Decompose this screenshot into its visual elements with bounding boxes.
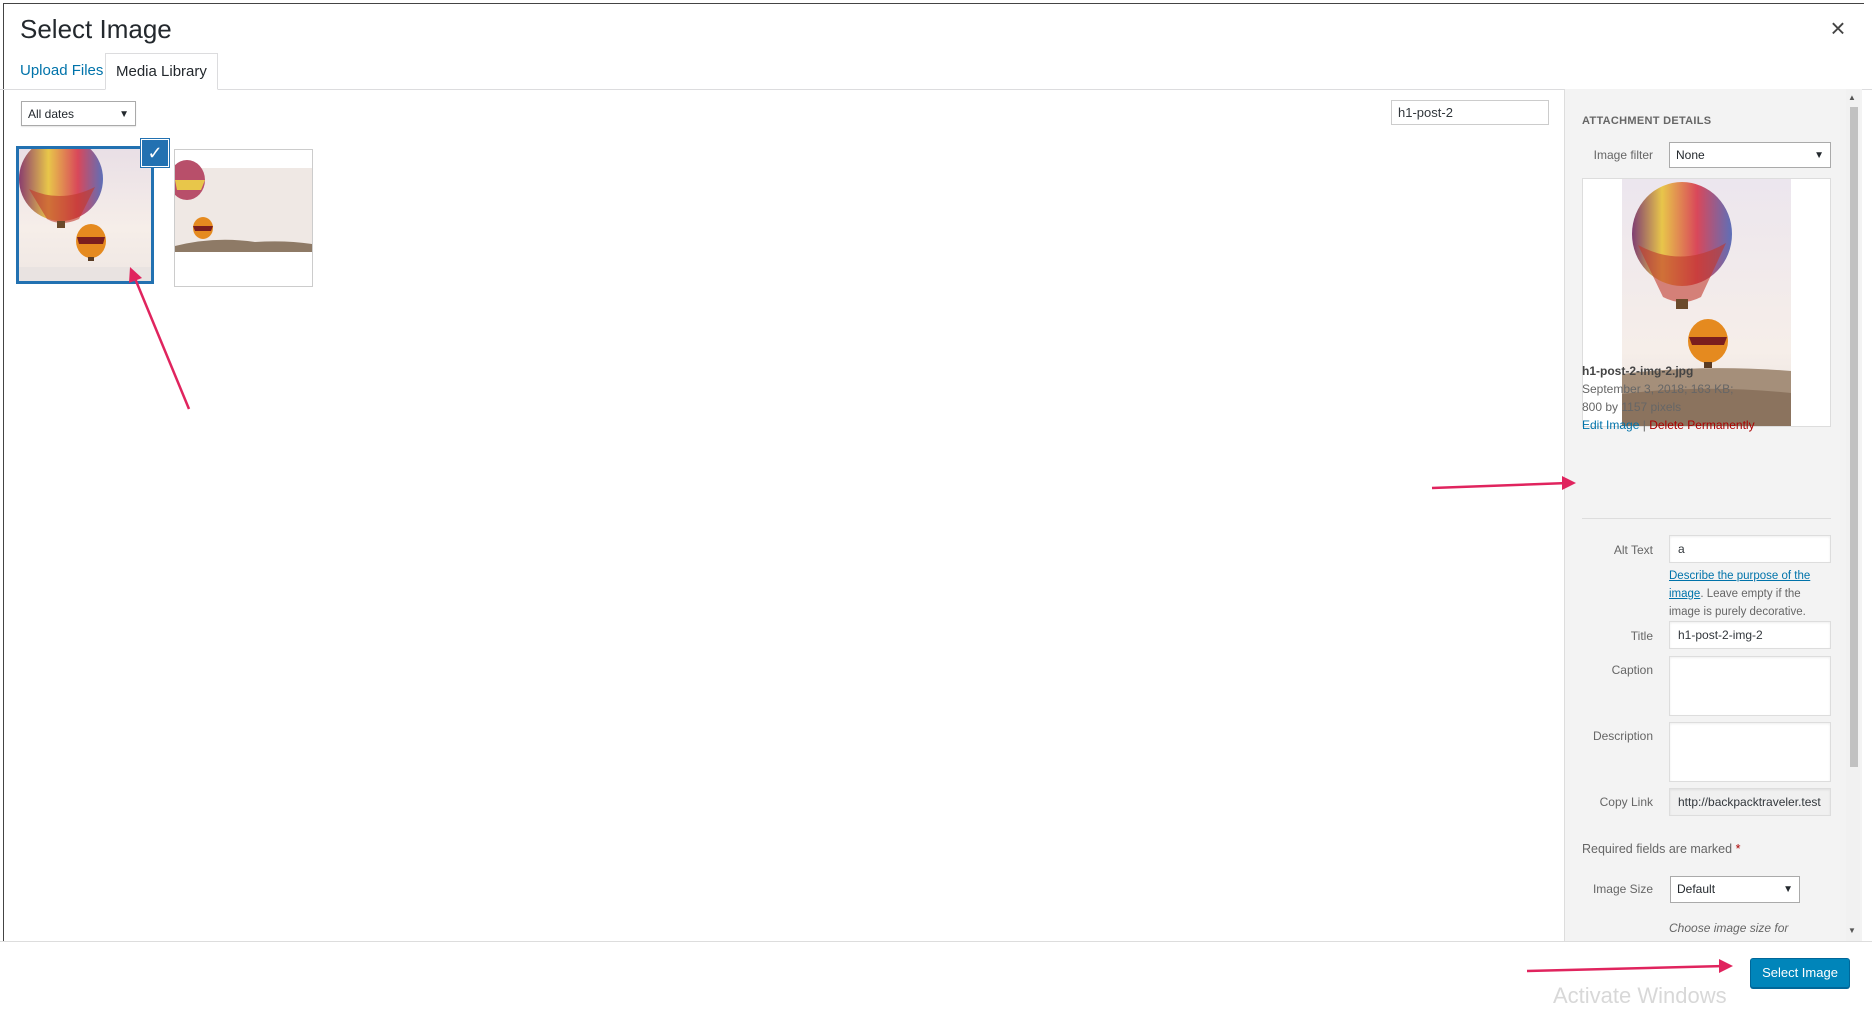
alt-text-help: Describe the purpose of the image. Leave… [1669, 567, 1829, 621]
image-filter-label: Image filter [1593, 148, 1653, 162]
close-icon[interactable]: × [1826, 15, 1850, 41]
attachment-filename: h1-post-2-img-2.jpg [1582, 364, 1694, 378]
balloon-landscape-image [175, 150, 312, 286]
attachment-details-panel: ATTACHMENT DETAILS Image filter None ▼ h… [1564, 89, 1862, 941]
description-label: Description [1592, 729, 1653, 743]
scroll-up-icon[interactable]: ▲ [1848, 93, 1856, 102]
delete-permanently-link[interactable]: Delete Permanently [1649, 418, 1754, 432]
select-image-button[interactable]: Select Image [1750, 958, 1850, 988]
attachment-dimensions: 800 by 1157 pixels [1582, 400, 1682, 414]
edit-image-link[interactable]: Edit Image [1582, 418, 1639, 432]
image-filter-value: None [1676, 148, 1705, 162]
date-filter-value: All dates [28, 107, 75, 121]
scrollbar-thumb[interactable] [1850, 107, 1858, 767]
date-filter-select[interactable]: All dates ▼ [21, 101, 136, 126]
required-fields-text: Required fields are marked [1582, 842, 1733, 856]
image-size-label: Image Size [1592, 882, 1653, 896]
checkmark-icon[interactable]: ✓ [141, 139, 169, 167]
chevron-down-icon: ▼ [1783, 884, 1793, 895]
modal-title: Select Image [20, 14, 172, 44]
attachment-details-heading: ATTACHMENT DETAILS [1582, 115, 1712, 127]
tab-media-library[interactable]: Media Library [105, 53, 218, 90]
chevron-down-icon: ▼ [119, 109, 129, 120]
title-field[interactable]: h1-post-2-img-2 [1669, 621, 1831, 649]
attachment-date-size: September 3, 2018; 163 KB; [1582, 382, 1734, 396]
media-thumbnail-selected[interactable] [16, 146, 154, 284]
description-textarea[interactable] [1669, 722, 1831, 782]
required-star: * [1735, 842, 1741, 856]
caption-textarea[interactable] [1669, 656, 1831, 716]
alt-text-label: Alt Text [1613, 543, 1653, 557]
image-size-select[interactable]: Default ▼ [1670, 876, 1800, 903]
balloon-thumbnail-image [19, 149, 151, 281]
scroll-down-icon[interactable]: ▼ [1848, 926, 1856, 935]
title-label: Title [1630, 629, 1653, 643]
tab-upload-files[interactable]: Upload Files [10, 53, 113, 89]
copy-link-label: Copy Link [1599, 795, 1653, 809]
caption-label: Caption [1611, 663, 1653, 677]
image-size-value: Default [1677, 882, 1716, 896]
copy-link-field[interactable]: http://backpacktraveler.test [1669, 788, 1831, 816]
details-divider [1582, 518, 1831, 519]
media-thumbnail[interactable] [174, 149, 313, 287]
required-fields-note: Required fields are marked * [1582, 842, 1740, 856]
actions-separator: | [1642, 418, 1646, 432]
alt-text-field[interactable]: a [1669, 535, 1831, 563]
attachment-actions: Edit Image | Delete Permanently [1582, 418, 1755, 432]
activate-windows-watermark: Activate Windows [1553, 983, 1727, 1008]
image-size-help: Choose image size for [1669, 921, 1789, 935]
chevron-down-icon: ▼ [1814, 150, 1824, 161]
image-filter-select[interactable]: None ▼ [1669, 142, 1831, 168]
search-input[interactable]: h1-post-2 [1391, 100, 1549, 125]
tab-bar: Upload Files Media Library [0, 53, 1872, 90]
